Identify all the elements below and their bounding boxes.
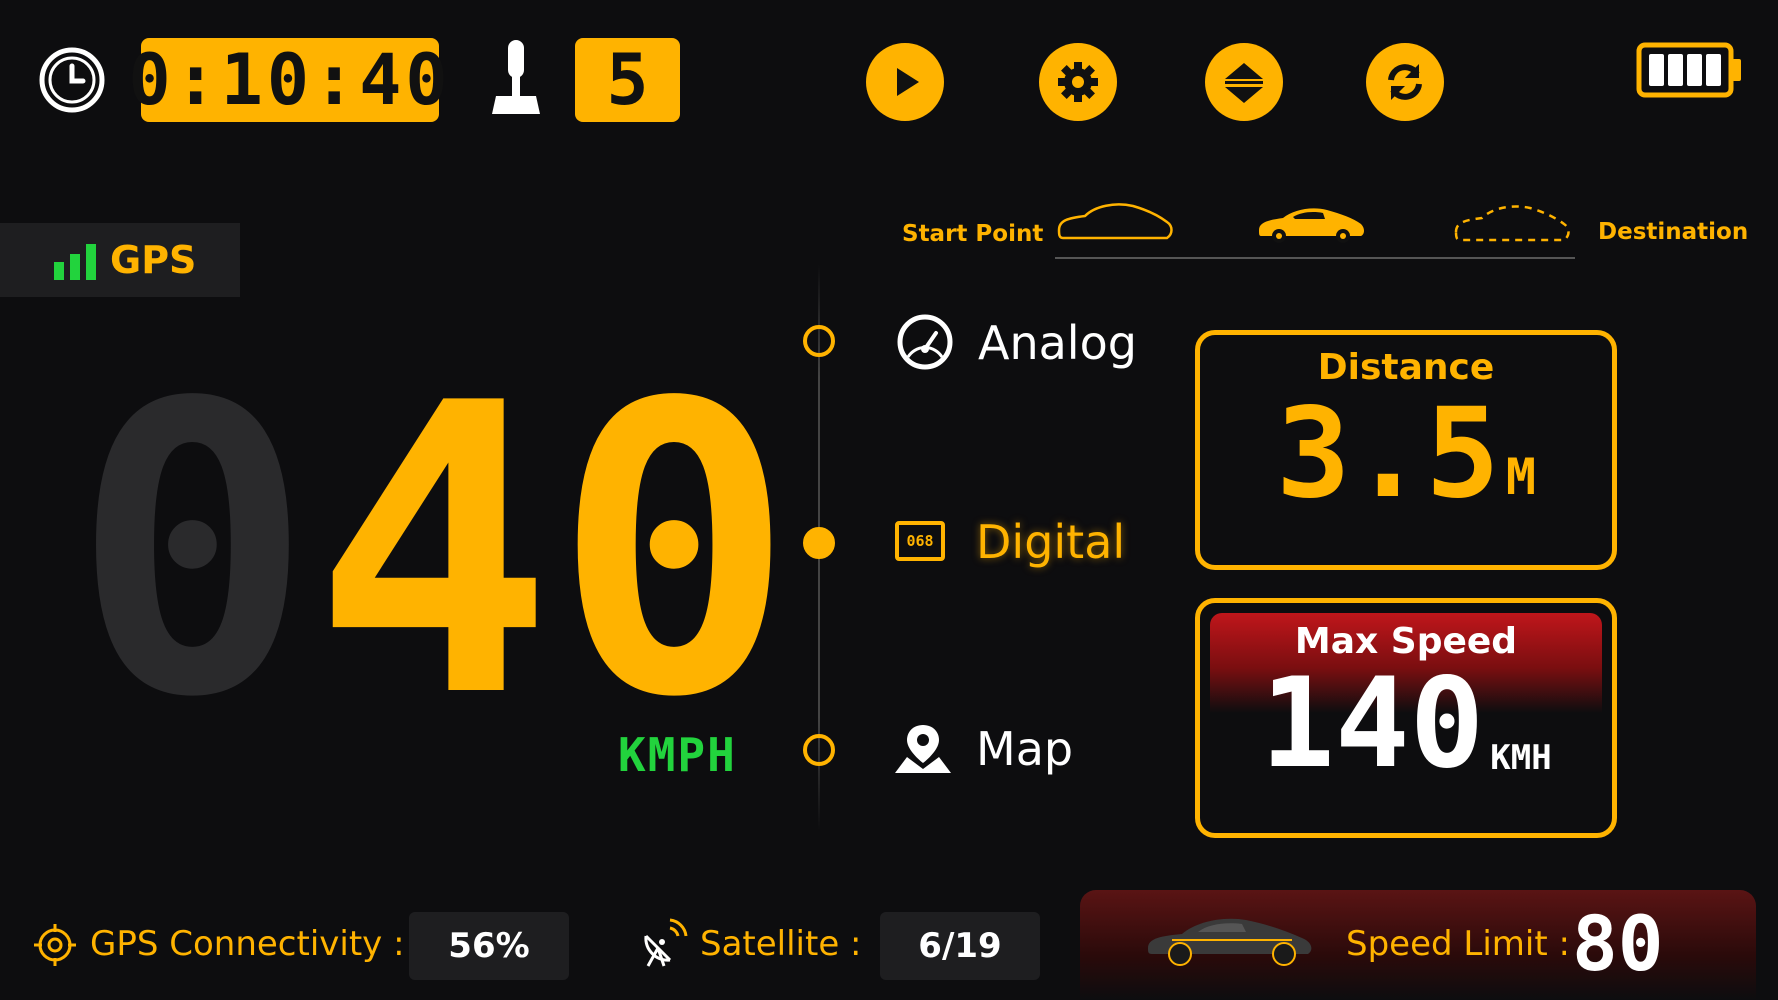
crosshair-icon xyxy=(32,922,78,972)
map-mode-label[interactable]: Map xyxy=(976,722,1073,776)
speed-limit-value: 80 xyxy=(1572,899,1664,988)
max-speed-value: 140 xyxy=(1260,652,1485,796)
start-car-outline-icon xyxy=(1055,198,1175,248)
gps-connectivity-label: GPS Connectivity : xyxy=(90,924,405,964)
play-button[interactable] xyxy=(866,43,944,121)
distance-unit: M xyxy=(1505,448,1537,506)
speed-digit-2: 4 xyxy=(312,320,554,785)
distance-card: Distance 3.5 M xyxy=(1195,330,1617,570)
speed-digit-1: 0 xyxy=(72,320,313,785)
battery-icon xyxy=(1636,42,1744,98)
refresh-button[interactable] xyxy=(1366,43,1444,121)
distance-value: 3.5 xyxy=(1275,382,1500,526)
gear-indicator: 5 xyxy=(575,38,680,122)
max-speed-unit: KMH xyxy=(1490,738,1552,778)
map-radio[interactable] xyxy=(803,734,835,766)
speed-digit-3: 0 xyxy=(553,320,795,785)
current-car-icon xyxy=(1255,202,1367,248)
clock-icon xyxy=(38,46,106,114)
start-point-label: Start Point xyxy=(902,221,1044,247)
digital-radio[interactable] xyxy=(803,527,835,559)
gps-status: GPS xyxy=(0,223,240,297)
play-icon xyxy=(897,68,919,96)
max-speed-card: Max Speed 140 KMH xyxy=(1195,598,1617,838)
speedometer-icon xyxy=(896,313,954,375)
speed-limit-label: Speed Limit : xyxy=(1346,924,1570,964)
speed-unit: KMPH xyxy=(618,728,737,782)
hud-toggle-icon xyxy=(1225,63,1263,103)
analog-mode-label[interactable]: Analog xyxy=(978,316,1137,370)
signal-bars-icon xyxy=(54,244,96,280)
settings-button[interactable] xyxy=(1039,43,1117,121)
gear-shift-icon xyxy=(488,38,544,118)
digital-icon-text: 068 xyxy=(906,532,934,550)
analog-radio[interactable] xyxy=(803,325,835,357)
destination-car-outline-icon xyxy=(1452,200,1572,250)
gps-label: GPS xyxy=(110,238,197,282)
hud-toggle-button[interactable] xyxy=(1205,43,1283,121)
digital-display-icon: 068 xyxy=(895,521,945,561)
trip-timer: 0:10:40 xyxy=(128,38,452,122)
gps-connectivity-value: 56% xyxy=(409,912,569,980)
route-line xyxy=(1055,257,1575,259)
digital-mode-label[interactable]: Digital xyxy=(976,515,1125,569)
speed-readout: 0 4 0 xyxy=(72,353,794,753)
refresh-icon xyxy=(1388,64,1422,100)
satellite-icon xyxy=(640,916,688,972)
settings-icon xyxy=(1058,62,1098,102)
destination-label: Destination xyxy=(1598,219,1749,245)
satellite-label: Satellite : xyxy=(700,924,862,964)
sports-car-icon xyxy=(1142,908,1318,972)
satellite-value: 6/19 xyxy=(880,912,1040,980)
map-pin-icon xyxy=(893,723,953,779)
